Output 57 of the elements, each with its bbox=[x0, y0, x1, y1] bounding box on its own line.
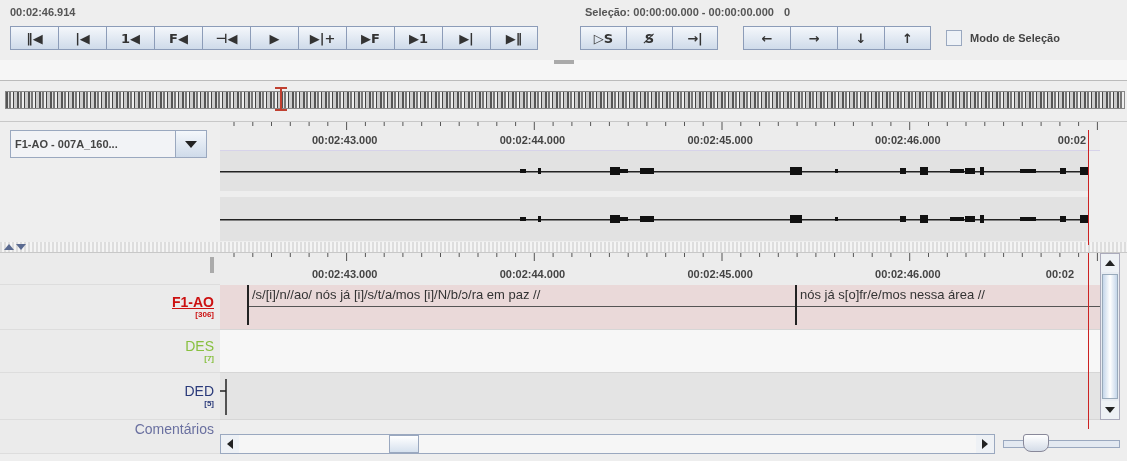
toolbar-button[interactable]: ▷S bbox=[580, 26, 626, 50]
selection-length: 0 bbox=[783, 6, 791, 18]
annotation-count: [5] bbox=[204, 399, 214, 408]
caret-icon bbox=[185, 140, 197, 148]
toolbar-button[interactable]: ← bbox=[743, 26, 790, 50]
boundary-mark-icon bbox=[220, 377, 230, 417]
annotation[interactable]: nós já s[o]fr/e/mos nessa área // bbox=[795, 285, 1100, 325]
annotation-count: [7] bbox=[204, 354, 214, 363]
toolbar-button[interactable]: ▶1 bbox=[394, 26, 442, 50]
zoom-slider[interactable] bbox=[1003, 434, 1120, 454]
scroll-up-icon[interactable] bbox=[1105, 260, 1115, 266]
time-label: 00:02:44.000 bbox=[499, 268, 566, 280]
toolbar-button[interactable]: ↓ bbox=[837, 26, 884, 50]
toolbar-button[interactable]: ▶F bbox=[346, 26, 394, 50]
time-label: 00:02:45.000 bbox=[687, 268, 753, 280]
time-label: 00:02:46.000 bbox=[875, 268, 941, 280]
collapse-icon[interactable] bbox=[4, 244, 14, 250]
toolbar-button[interactable]: 1◀ bbox=[106, 26, 154, 50]
expand-icon[interactable] bbox=[16, 244, 26, 250]
toolbar-button[interactable]: ▶ bbox=[250, 26, 298, 50]
horizontal-scrollbar[interactable] bbox=[220, 434, 996, 454]
toolbar-button[interactable]: ‖◀ bbox=[10, 26, 58, 50]
selection-mode-label: Modo de Seleção bbox=[970, 32, 1060, 44]
toolbar-button[interactable]: ▶|+ bbox=[298, 26, 346, 50]
scroll-right-icon[interactable] bbox=[982, 439, 989, 449]
annotation[interactable]: /s/[i]/n//ao/ nós já [i]/s/t/a/mos [i]/N/b/ɔ/ra em paz // bbox=[247, 285, 795, 325]
scrollbar-thumb[interactable] bbox=[389, 435, 419, 453]
scroll-left-icon[interactable] bbox=[227, 439, 233, 449]
toolbar-button[interactable]: ▶‖ bbox=[490, 26, 538, 50]
toolbar-button[interactable]: → bbox=[790, 26, 837, 50]
toolbar-button[interactable]: |◀ bbox=[58, 26, 106, 50]
toolbar-button[interactable]: ▶| bbox=[442, 26, 490, 50]
time-label: 00:02:43.000 bbox=[312, 134, 378, 146]
vertical-scrollbar[interactable] bbox=[1100, 253, 1120, 420]
toolbar-button[interactable]: F◀ bbox=[154, 26, 202, 50]
toolbar-button[interactable]: ↑ bbox=[884, 26, 931, 50]
tier-name[interactable]: DED bbox=[184, 384, 214, 399]
time-label: 00:02:43.000 bbox=[312, 268, 378, 280]
selection-range: Seleção: 00:00:00.000 - 00:00:00.000 bbox=[585, 6, 774, 18]
time-label: 00:02:44.000 bbox=[499, 134, 566, 146]
tier-name[interactable]: F1-AO bbox=[172, 295, 214, 310]
toolbar-button[interactable]: →| bbox=[672, 26, 718, 50]
selection-mode-checkbox[interactable] bbox=[946, 30, 962, 46]
time-label: 00:02:46.000 bbox=[875, 134, 941, 146]
toolbar-button[interactable]: S̸ bbox=[626, 26, 672, 50]
splitter-grip[interactable] bbox=[210, 257, 214, 273]
annotation-count: [306] bbox=[195, 310, 214, 319]
time-label: 00:02 bbox=[1057, 134, 1086, 146]
toolbar-button[interactable]: ⊣◀ bbox=[202, 26, 250, 50]
media-dropdown[interactable]: F1-AO - 007A_160... bbox=[10, 130, 207, 158]
current-time: 00:02:46.914 bbox=[10, 6, 77, 18]
splitter-grip[interactable] bbox=[553, 60, 574, 64]
scroll-down-icon[interactable] bbox=[1105, 407, 1115, 413]
time-label: 00:02:45.000 bbox=[687, 134, 753, 146]
cursor-icon bbox=[274, 87, 288, 111]
tier-name[interactable]: Comentários bbox=[134, 422, 214, 437]
time-label: 00:02 bbox=[1045, 268, 1074, 280]
